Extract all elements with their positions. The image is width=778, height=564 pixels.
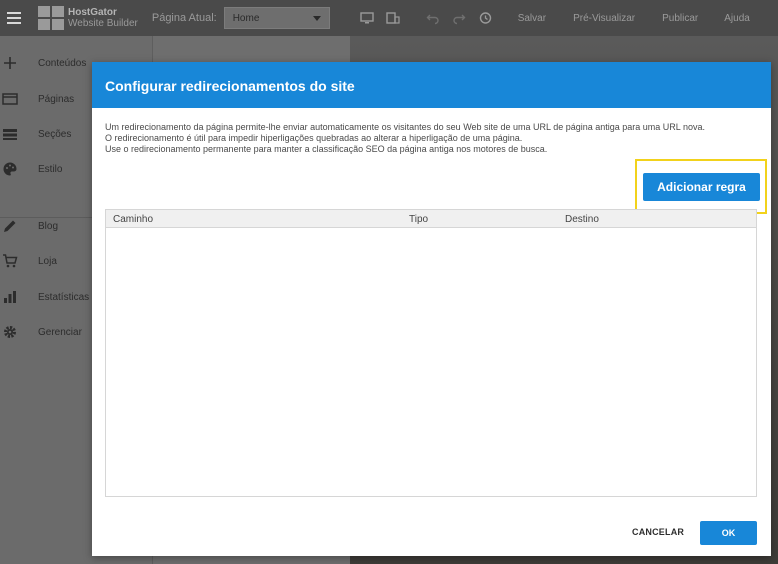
add-rule-button[interactable]: Adicionar regra	[643, 173, 760, 201]
table-header: Caminho Tipo Destino	[106, 210, 756, 228]
column-header-type[interactable]: Tipo	[409, 214, 428, 225]
ok-button[interactable]: OK	[700, 521, 757, 545]
save-button[interactable]: Salvar	[518, 13, 546, 24]
current-page-label: Página Atual:	[151, 12, 217, 24]
desktop-view-icon[interactable]	[360, 11, 374, 25]
column-header-destination[interactable]: Destino	[565, 214, 599, 225]
current-page-value: Home	[232, 12, 260, 24]
sidebar-item-label: Páginas	[38, 93, 75, 105]
sidebar-item-label: Gerenciar	[38, 326, 82, 338]
current-page-select[interactable]: Home	[223, 7, 330, 29]
gear-icon	[2, 324, 18, 340]
description-line: Use o redirecionamento permanente para m…	[105, 144, 548, 154]
dialog-description: Um redirecionamento da página permite-lh…	[105, 122, 765, 155]
cart-icon	[2, 253, 18, 269]
sidebar-item-label: Conteúdos	[38, 57, 87, 69]
sidebar-item-label: Loja	[38, 255, 57, 267]
menu-icon[interactable]	[0, 0, 28, 36]
mobile-view-icon[interactable]	[386, 11, 400, 25]
redirects-dialog: Configurar redirecionamentos do site Um …	[92, 62, 771, 556]
brand-name: HostGator	[68, 7, 117, 18]
help-button[interactable]: Ajuda	[724, 13, 750, 24]
brand-logo: HostGator Website Builder	[38, 6, 138, 30]
preview-button[interactable]: Pré-Visualizar	[573, 13, 635, 24]
top-toolbar: HostGator Website Builder Página Atual: …	[0, 0, 778, 36]
chevron-down-icon	[312, 15, 321, 21]
brand-sub: Website Builder	[68, 18, 138, 29]
undo-icon[interactable]	[426, 11, 440, 25]
sidebar-item-label: Estilo	[38, 163, 63, 175]
logo-mark-icon	[38, 6, 64, 30]
pencil-icon	[2, 218, 18, 234]
pages-icon	[2, 91, 18, 107]
description-line: Um redirecionamento da página permite-lh…	[105, 122, 705, 132]
bar-chart-icon	[2, 289, 18, 305]
sidebar-item-label: Blog	[38, 220, 59, 232]
palette-icon	[2, 161, 18, 177]
dialog-header: Configurar redirecionamentos do site	[92, 62, 771, 108]
sidebar-item-label: Seções	[38, 128, 72, 140]
redo-icon[interactable]	[452, 11, 466, 25]
sections-icon	[2, 126, 18, 142]
publish-button[interactable]: Publicar	[662, 13, 698, 24]
redirects-table: Caminho Tipo Destino	[105, 209, 757, 497]
plus-icon	[2, 55, 18, 71]
cancel-button[interactable]: CANCELAR	[632, 524, 684, 540]
dialog-title: Configurar redirecionamentos do site	[105, 78, 355, 94]
description-line: O redirecionamento é útil para impedir h…	[105, 133, 523, 143]
column-header-path[interactable]: Caminho	[113, 214, 153, 225]
sidebar-item-label: Estatísticas	[38, 291, 90, 303]
history-icon[interactable]	[478, 11, 492, 25]
